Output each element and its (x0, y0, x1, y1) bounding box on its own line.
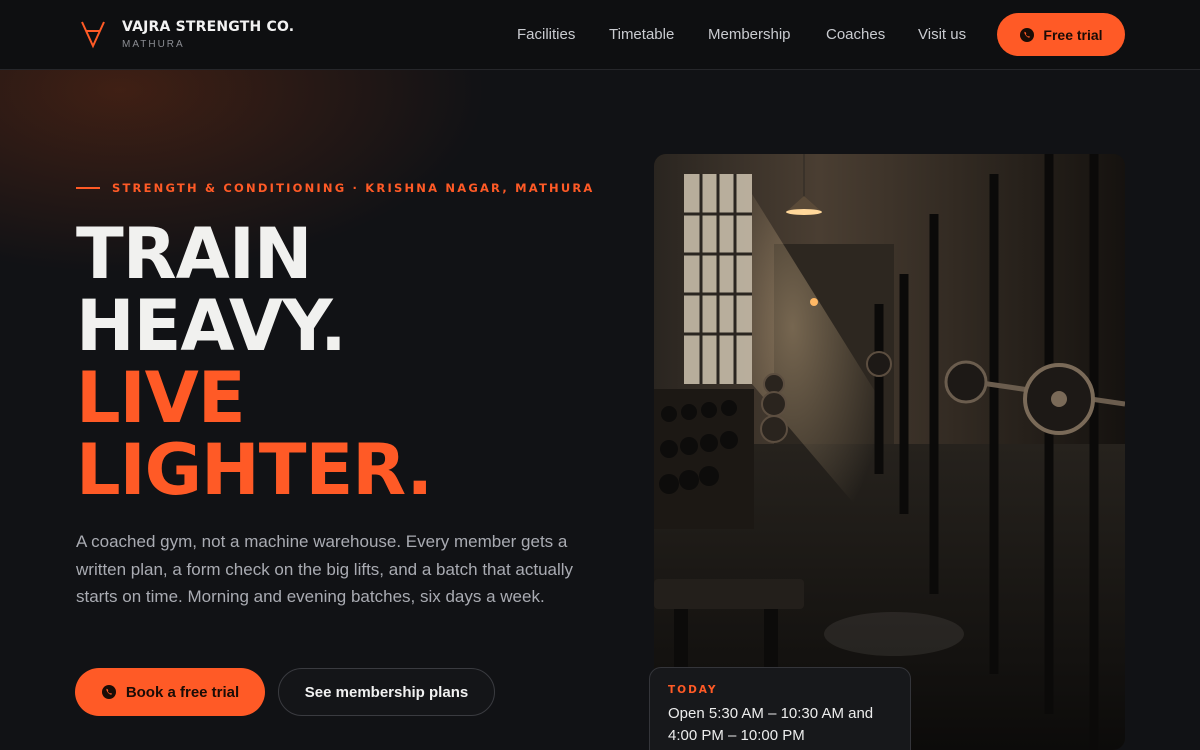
headline-line-3: LIVE (76, 357, 246, 439)
free-trial-button[interactable]: Free trial (997, 13, 1125, 56)
eyebrow-text: STRENGTH & CONDITIONING · KRISHNA NAGAR,… (112, 181, 595, 195)
see-membership-plans-button[interactable]: See membership plans (278, 668, 495, 716)
nav-facilities[interactable]: Facilities (517, 26, 575, 43)
hero-lead: A coached gym, not a machine warehouse. … (76, 532, 574, 606)
hero-eyebrow: STRENGTH & CONDITIONING · KRISHNA NAGAR,… (76, 181, 595, 195)
headline-line-2: HEAVY. (76, 285, 347, 367)
today-hours-card: TODAY Open 5:30 AM – 10:30 AM and 4:00 P… (649, 667, 911, 750)
book-free-trial-button[interactable]: Book a free trial (75, 668, 265, 716)
site-header: VAJRA STRENGTH CO. MATHURA Facilities Ti… (0, 0, 1200, 70)
headline-line-4: LIGHTER. (76, 429, 433, 511)
headline-line-1: TRAIN (76, 213, 312, 295)
brand-city: MATHURA (122, 39, 185, 50)
vajra-logo-icon[interactable] (80, 19, 106, 49)
gym-interior-image (654, 154, 1125, 750)
gym-interior-illustration (654, 154, 1125, 750)
whatsapp-icon (1020, 27, 1035, 42)
eyebrow-rule (76, 187, 100, 189)
hero-headline: TRAIN HEAVY. LIVE LIGHTER. (76, 213, 433, 511)
book-free-trial-label: Book a free trial (125, 683, 240, 701)
nav-coaches[interactable]: Coaches (826, 26, 885, 43)
today-label: TODAY (668, 684, 718, 696)
see-membership-plans-label: See membership plans (304, 683, 469, 701)
brand-name[interactable]: VAJRA STRENGTH CO. (122, 19, 294, 35)
free-trial-label: Free trial (1043, 26, 1103, 43)
nav-timetable[interactable]: Timetable (609, 26, 674, 43)
nav-membership[interactable]: Membership (708, 26, 791, 43)
whatsapp-icon (101, 685, 116, 699)
today-hours-text: Open 5:30 AM – 10:30 AM and 4:00 PM – 10… (668, 705, 874, 744)
nav-visit-us[interactable]: Visit us (918, 26, 966, 43)
